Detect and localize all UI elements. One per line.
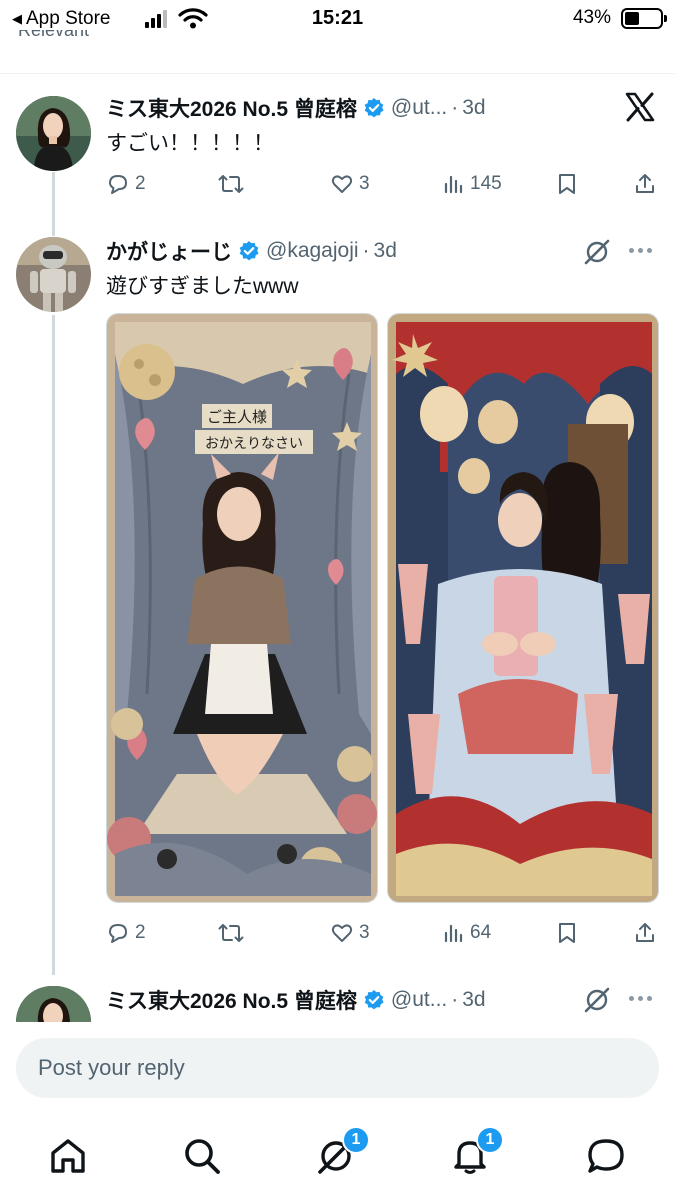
reply-button[interactable]: 2 [106, 172, 146, 196]
more-options-icon[interactable] [629, 996, 652, 1001]
tweet-actions: 2 3 145 [106, 172, 656, 200]
share-button[interactable] [634, 921, 656, 945]
cut-off-heading: Relevant [18, 30, 90, 40]
separator-dot: · [451, 988, 459, 1011]
like-count: 3 [359, 173, 370, 194]
nav-notifications[interactable]: 1 [448, 1126, 504, 1178]
thread-connector [52, 315, 55, 975]
tweet-text: 遊びすぎましたwww [106, 275, 299, 298]
messages-badge: 1 [342, 1126, 370, 1154]
tweet-header: かがじょーじ @kagajoji · 3d [106, 236, 397, 266]
display-name[interactable]: ミス東大2026 No.5 曾庭榕 [106, 985, 357, 1015]
nav-grok[interactable]: 1 [314, 1126, 370, 1178]
views-count: 64 [470, 922, 492, 943]
avatar[interactable] [16, 986, 91, 1022]
views-chart-icon [444, 175, 463, 194]
like-button[interactable]: 3 [330, 921, 370, 945]
tweet-image-right[interactable] [387, 313, 659, 903]
handle[interactable]: @ut... [391, 988, 447, 1012]
nav-search[interactable] [180, 1134, 224, 1178]
repost-icon [218, 924, 244, 942]
like-count: 3 [359, 922, 370, 943]
share-icon [636, 923, 654, 942]
repost-icon [218, 175, 244, 193]
bookmark-icon [559, 174, 575, 194]
timestamp[interactable]: 3d [462, 96, 485, 120]
tweet-actions: 2 3 64 [106, 921, 656, 949]
chat-bubble-icon [588, 1139, 624, 1173]
reply-count: 2 [135, 922, 146, 943]
home-icon [51, 1139, 85, 1173]
reply-icon [109, 175, 127, 194]
search-icon [185, 1139, 220, 1174]
avatar[interactable] [16, 96, 91, 171]
separator-dot: · [451, 96, 459, 119]
avatar[interactable] [16, 237, 91, 312]
grok-icon[interactable] [583, 986, 611, 1014]
tweet-header: ミス東大2026 No.5 曾庭榕 @ut... · 3d [106, 93, 486, 123]
sign-line-2: おかえりなさい [205, 436, 303, 452]
tweet-header: ミス東大2026 No.5 曾庭榕 @ut... · 3d [106, 985, 486, 1015]
display-name[interactable]: ミス東大2026 No.5 曾庭榕 [106, 93, 357, 123]
reply-composer: Post your reply [0, 1022, 675, 1112]
reply-button[interactable]: 2 [106, 921, 146, 945]
repost-button[interactable] [218, 172, 249, 196]
bookmark-button[interactable] [556, 921, 578, 945]
more-options-icon[interactable] [629, 248, 652, 253]
verified-badge-icon [238, 240, 260, 262]
views-button[interactable]: 64 [443, 921, 491, 945]
separator-dot: · [362, 239, 370, 262]
reply-count: 2 [135, 173, 146, 194]
views-chart-icon [444, 924, 463, 943]
share-button[interactable] [634, 172, 656, 196]
x-logo-icon [625, 92, 655, 122]
handle[interactable]: @ut... [391, 96, 447, 120]
display-name[interactable]: かがじょーじ [106, 236, 232, 266]
heart-icon [331, 924, 353, 942]
timestamp[interactable]: 3d [374, 239, 397, 263]
thread-connector [52, 172, 55, 236]
reply-input[interactable]: Post your reply [16, 1038, 659, 1098]
heart-icon [331, 175, 353, 193]
status-bar: ◀ App Store 15:21 43% [0, 0, 675, 38]
nav-messages[interactable] [584, 1134, 628, 1178]
handle[interactable]: @kagajoji [266, 239, 359, 263]
bookmark-icon [559, 923, 575, 943]
reply-placeholder: Post your reply [38, 1055, 185, 1080]
battery-icon [621, 8, 667, 29]
tweet-image-left[interactable]: ご主人様 おかえりなさい [106, 313, 378, 903]
bottom-navigation: 1 1 [0, 1112, 675, 1200]
repost-button[interactable] [218, 921, 249, 945]
views-button[interactable]: 145 [443, 172, 502, 196]
bookmark-button[interactable] [556, 172, 578, 196]
views-count: 145 [470, 173, 502, 194]
share-icon [636, 174, 654, 193]
verified-badge-icon [363, 97, 385, 119]
tweet-text: すごい！！！！！ [106, 132, 274, 155]
notifications-badge: 1 [476, 1126, 504, 1154]
grok-icon[interactable] [583, 238, 611, 266]
divider [0, 73, 675, 74]
reply-icon [109, 924, 127, 943]
timestamp[interactable]: 3d [462, 988, 485, 1012]
like-button[interactable]: 3 [330, 172, 370, 196]
battery-percent: 43% [572, 7, 611, 28]
verified-badge-icon [363, 989, 385, 1011]
sign-line-1: ご主人様 [207, 408, 267, 426]
nav-home[interactable] [46, 1134, 90, 1178]
